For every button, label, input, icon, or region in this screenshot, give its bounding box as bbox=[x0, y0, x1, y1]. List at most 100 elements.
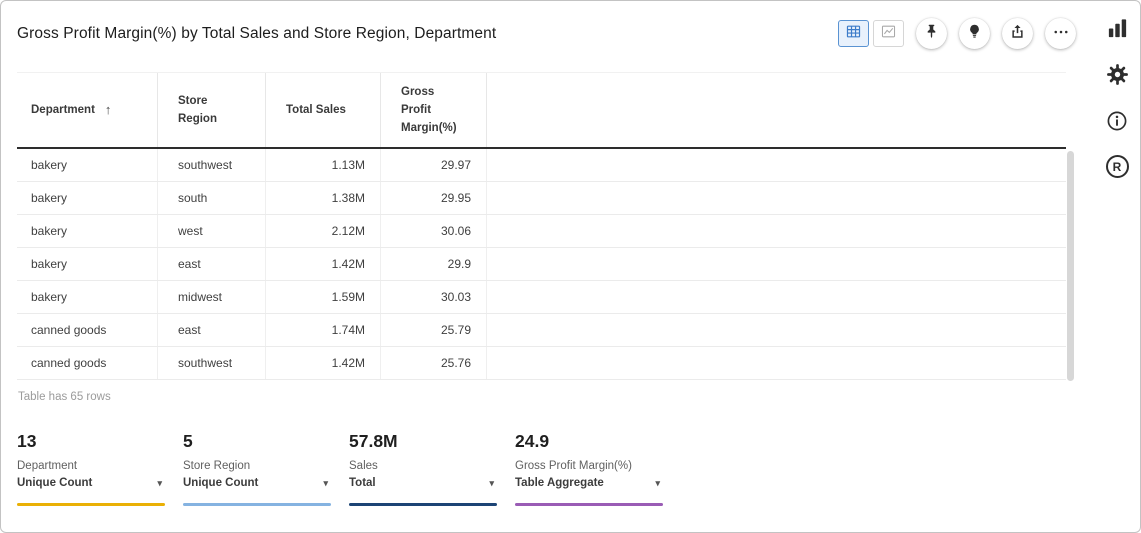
aggregation-selector[interactable]: Table Aggregate ▾ bbox=[515, 476, 663, 490]
aggregation-selector[interactable]: Unique Count ▾ bbox=[17, 476, 165, 490]
cell-filler bbox=[487, 281, 1066, 313]
accent-bar bbox=[17, 503, 165, 506]
pushpin-icon bbox=[923, 23, 940, 43]
caret-down-icon: ▾ bbox=[157, 476, 162, 490]
cell-gross-profit-margin: 30.06 bbox=[381, 215, 487, 247]
chart-view-button[interactable] bbox=[873, 20, 904, 47]
summary-value: 57.8M bbox=[349, 431, 497, 451]
cell-total-sales: 1.74M bbox=[266, 314, 381, 346]
gear-icon bbox=[1105, 62, 1130, 90]
cell-total-sales: 1.13M bbox=[266, 149, 381, 181]
insights-button[interactable] bbox=[959, 18, 990, 49]
summary-value: 24.9 bbox=[515, 431, 663, 451]
accent-bar bbox=[349, 503, 497, 506]
cell-gross-profit-margin: 25.79 bbox=[381, 314, 487, 346]
cell-filler bbox=[487, 215, 1066, 247]
charts-panel-button[interactable] bbox=[1106, 17, 1129, 43]
cell-store-region: south bbox=[158, 182, 266, 214]
aggregation-selector[interactable]: Unique Count ▾ bbox=[183, 476, 331, 490]
export-button[interactable] bbox=[1002, 18, 1033, 49]
table-header-row: Department ↑ Store Region Total Sales Gr… bbox=[17, 72, 1066, 149]
column-header-gross-profit-margin[interactable]: Gross Profit Margin(%) bbox=[381, 73, 487, 147]
summary-value: 5 bbox=[183, 431, 331, 451]
cell-total-sales: 1.42M bbox=[266, 347, 381, 379]
summary-label: Department bbox=[17, 460, 165, 473]
cr-logo-icon: R bbox=[1106, 155, 1129, 178]
cell-filler bbox=[487, 347, 1066, 379]
table-row[interactable]: bakery west 2.12M 30.06 bbox=[17, 215, 1066, 248]
logo-button[interactable]: R bbox=[1106, 155, 1129, 178]
cell-department: bakery bbox=[17, 182, 158, 214]
table-row[interactable]: bakery east 1.42M 29.9 bbox=[17, 248, 1066, 281]
column-label: Department bbox=[31, 101, 95, 119]
cell-total-sales: 1.38M bbox=[266, 182, 381, 214]
summary-label: Sales bbox=[349, 460, 497, 473]
bar-chart-icon bbox=[1106, 17, 1129, 43]
cell-total-sales: 2.12M bbox=[266, 215, 381, 247]
cell-filler bbox=[487, 149, 1066, 181]
cell-department: canned goods bbox=[17, 314, 158, 346]
cell-store-region: southwest bbox=[158, 347, 266, 379]
ellipsis-icon bbox=[1052, 23, 1070, 44]
pin-widget-button[interactable] bbox=[916, 18, 947, 49]
table-row[interactable]: bakery midwest 1.59M 30.03 bbox=[17, 281, 1066, 314]
summary-card-store-region: 5 Store Region Unique Count ▾ bbox=[183, 431, 331, 506]
page-title: Gross Profit Margin(%) by Total Sales an… bbox=[17, 25, 496, 43]
summary-cards: 13 Department Unique Count ▾ 5 Store Reg… bbox=[17, 431, 663, 506]
summary-label: Store Region bbox=[183, 460, 331, 473]
summary-card-department: 13 Department Unique Count ▾ bbox=[17, 431, 165, 506]
cell-gross-profit-margin: 29.97 bbox=[381, 149, 487, 181]
cell-gross-profit-margin: 29.95 bbox=[381, 182, 487, 214]
table-row[interactable]: canned goods east 1.74M 25.79 bbox=[17, 314, 1066, 347]
data-table: Department ↑ Store Region Total Sales Gr… bbox=[17, 72, 1066, 380]
cell-department: canned goods bbox=[17, 347, 158, 379]
summary-label: Gross Profit Margin(%) bbox=[515, 460, 663, 473]
aggregation-selector[interactable]: Total ▾ bbox=[349, 476, 497, 490]
column-label: Gross Profit Margin(%) bbox=[401, 83, 465, 137]
summary-card-sales: 57.8M Sales Total ▾ bbox=[349, 431, 497, 506]
cell-total-sales: 1.42M bbox=[266, 248, 381, 280]
aggregation-label: Table Aggregate bbox=[515, 476, 604, 490]
cell-store-region: midwest bbox=[158, 281, 266, 313]
sort-ascending-icon[interactable]: ↑ bbox=[105, 101, 112, 119]
cell-department: bakery bbox=[17, 281, 158, 313]
column-header-department[interactable]: Department ↑ bbox=[17, 73, 158, 147]
aggregation-label: Unique Count bbox=[183, 476, 258, 490]
table-view-button[interactable] bbox=[838, 20, 869, 47]
table-row-count-note: Table has 65 rows bbox=[18, 391, 111, 403]
cell-store-region: west bbox=[158, 215, 266, 247]
cell-store-region: east bbox=[158, 248, 266, 280]
column-header-store-region[interactable]: Store Region bbox=[158, 73, 266, 147]
widget-page: Gross Profit Margin(%) by Total Sales an… bbox=[0, 0, 1141, 533]
right-rail: R bbox=[1094, 1, 1140, 532]
info-button[interactable] bbox=[1105, 109, 1129, 136]
accent-bar bbox=[183, 503, 331, 506]
share-export-icon bbox=[1009, 23, 1026, 43]
more-options-button[interactable] bbox=[1045, 18, 1076, 49]
caret-down-icon: ▾ bbox=[655, 476, 660, 490]
cell-store-region: east bbox=[158, 314, 266, 346]
cell-filler bbox=[487, 182, 1066, 214]
settings-button[interactable] bbox=[1105, 62, 1130, 90]
column-header-total-sales[interactable]: Total Sales bbox=[266, 73, 381, 147]
cell-filler bbox=[487, 314, 1066, 346]
view-toggle bbox=[838, 20, 904, 47]
info-icon bbox=[1105, 109, 1129, 136]
column-header-filler bbox=[487, 73, 1066, 147]
table-row[interactable]: canned goods southwest 1.42M 25.76 bbox=[17, 347, 1066, 380]
accent-bar bbox=[515, 503, 663, 506]
table-scrollbar[interactable] bbox=[1067, 151, 1074, 381]
cell-gross-profit-margin: 29.9 bbox=[381, 248, 487, 280]
table-row[interactable]: bakery southwest 1.13M 29.97 bbox=[17, 149, 1066, 182]
column-label: Store Region bbox=[178, 92, 228, 128]
summary-value: 13 bbox=[17, 431, 165, 451]
caret-down-icon: ▾ bbox=[489, 476, 494, 490]
cell-filler bbox=[487, 248, 1066, 280]
line-chart-icon bbox=[880, 23, 897, 43]
table-row[interactable]: bakery south 1.38M 29.95 bbox=[17, 182, 1066, 215]
cell-gross-profit-margin: 30.03 bbox=[381, 281, 487, 313]
cell-total-sales: 1.59M bbox=[266, 281, 381, 313]
cell-gross-profit-margin: 25.76 bbox=[381, 347, 487, 379]
cell-store-region: southwest bbox=[158, 149, 266, 181]
cell-department: bakery bbox=[17, 248, 158, 280]
